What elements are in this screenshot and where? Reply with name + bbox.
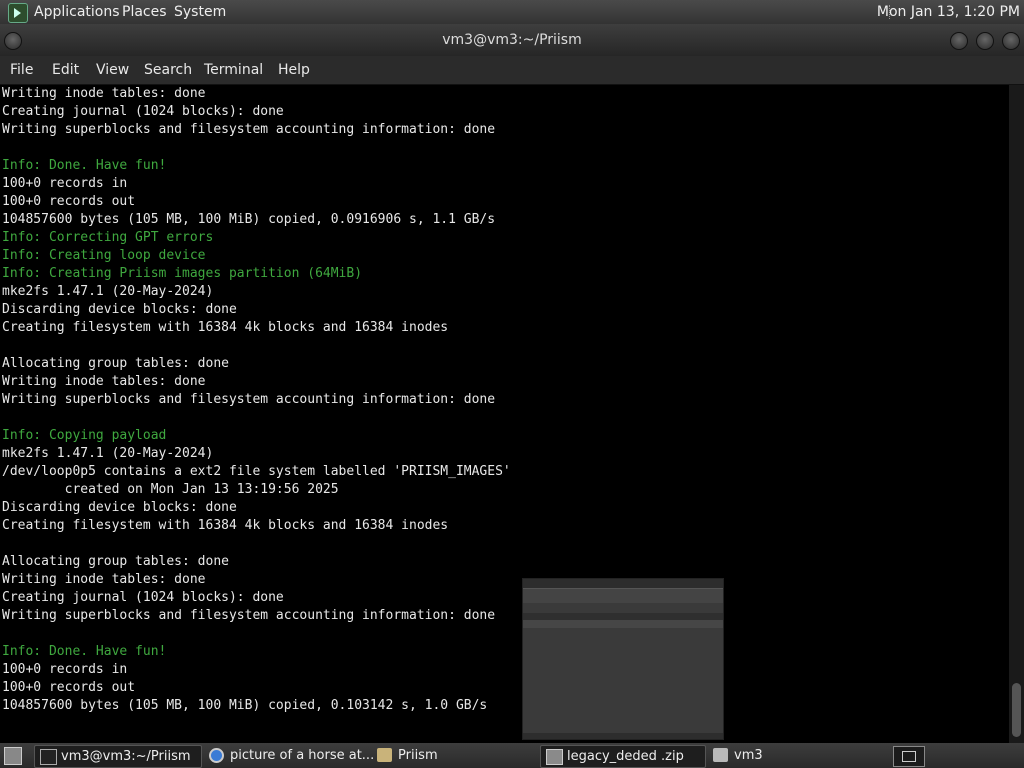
terminal-line: mke2fs 1.47.1 (20-May-2024) [2, 446, 214, 461]
terminal-line: /dev/loop0p5 contains a ext2 file system… [2, 464, 511, 479]
preview-column-header [523, 613, 723, 620]
preview-location-bar [523, 603, 723, 613]
terminal-line: 104857600 bytes (105 MB, 100 MiB) copied… [2, 698, 488, 713]
terminal-scrollbar[interactable] [1009, 85, 1024, 743]
terminal-line: Allocating group tables: done [2, 356, 229, 371]
maximize-icon[interactable] [976, 32, 994, 50]
scrollbar-thumb[interactable] [1012, 683, 1021, 737]
menu-edit[interactable]: Edit [52, 62, 79, 78]
terminal-line: Info: Done. Have fun! [2, 158, 167, 173]
preview-menubar [523, 579, 723, 588]
terminal-line: Info: Copying payload [2, 428, 167, 443]
terminal-line: Discarding device blocks: done [2, 500, 237, 515]
home-folder-icon [713, 748, 728, 762]
task-label: legacy_deded .zip [567, 749, 684, 764]
top-panel: Applications Places System Mon Jan 13, 1… [0, 0, 1024, 24]
menu-file[interactable]: File [10, 62, 33, 78]
archive-icon [546, 749, 563, 765]
terminal-line: Writing superblocks and filesystem accou… [2, 392, 496, 407]
chrome-icon [209, 748, 224, 763]
system-menu[interactable]: System [174, 4, 226, 20]
terminal-icon [40, 749, 57, 765]
window-preview-thumbnail[interactable] [522, 578, 724, 740]
preview-statusbar [523, 733, 723, 739]
menu-search[interactable]: Search [144, 62, 192, 78]
distro-logo-icon[interactable] [8, 3, 28, 23]
terminal-line: Creating filesystem with 16384 4k blocks… [2, 320, 449, 335]
window-title: vm3@vm3:~/Priism [442, 32, 582, 48]
terminal-line: 100+0 records out [2, 680, 136, 695]
terminal-menubar: File Edit View Search Terminal Help [0, 56, 1024, 85]
show-desktop-icon[interactable] [4, 747, 22, 765]
task-label: vm3 [734, 748, 763, 763]
window-titlebar[interactable]: vm3@vm3:~/Priism [0, 24, 1024, 56]
preview-file-row [523, 620, 723, 628]
task-label: vm3@vm3:~/Priism [61, 749, 191, 764]
task-label: Priism [398, 748, 438, 763]
terminal-line: Writing superblocks and filesystem accou… [2, 608, 496, 623]
terminal-line: Info: Creating Priism images partition (… [2, 266, 363, 281]
terminal-line: Writing superblocks and filesystem accou… [2, 122, 496, 137]
terminal-line: Writing inode tables: done [2, 572, 206, 587]
terminal-line: 104857600 bytes (105 MB, 100 MiB) copied… [2, 212, 496, 227]
task-home-folder[interactable]: vm3 [708, 745, 874, 766]
close-icon[interactable] [1002, 32, 1020, 50]
task-archive[interactable]: legacy_deded .zip [540, 745, 706, 768]
preview-toolbar [523, 588, 723, 603]
terminal-line: Info: Done. Have fun! [2, 644, 167, 659]
terminal-line: created on Mon Jan 13 13:19:56 2025 [2, 482, 339, 497]
folder-icon [377, 748, 392, 762]
task-browser[interactable]: picture of a horse at... [204, 745, 374, 766]
workspace-switcher[interactable] [893, 746, 925, 767]
applications-menu[interactable]: Applications [34, 4, 120, 20]
terminal-output[interactable]: Writing inode tables: done Creating journ… [0, 85, 1009, 743]
terminal-line: 100+0 records out [2, 194, 136, 209]
terminal-line: Allocating group tables: done [2, 554, 229, 569]
task-terminal[interactable]: vm3@vm3:~/Priism [34, 745, 202, 768]
task-priism-folder[interactable]: Priism [372, 745, 536, 766]
clock[interactable]: Mon Jan 13, 1:20 PM [877, 4, 1020, 20]
terminal-line: Info: Correcting GPT errors [2, 230, 214, 245]
terminal-line: 100+0 records in [2, 662, 128, 677]
terminal-line: Creating filesystem with 16384 4k blocks… [2, 518, 449, 533]
bottom-taskbar: vm3@vm3:~/Priism picture of a horse at..… [0, 743, 1024, 768]
terminal-line: Creating journal (1024 blocks): done [2, 590, 284, 605]
places-menu[interactable]: Places [122, 4, 167, 20]
terminal-line: Creating journal (1024 blocks): done [2, 104, 284, 119]
terminal-line: Writing inode tables: done [2, 374, 206, 389]
terminal-line: Writing inode tables: done [2, 86, 206, 101]
menu-help[interactable]: Help [278, 62, 310, 78]
terminal-line: mke2fs 1.47.1 (20-May-2024) [2, 284, 214, 299]
terminal-line: Discarding device blocks: done [2, 302, 237, 317]
task-label: picture of a horse at... [230, 748, 375, 763]
terminal-line: 100+0 records in [2, 176, 128, 191]
menu-view[interactable]: View [96, 62, 129, 78]
menu-terminal[interactable]: Terminal [204, 62, 263, 78]
terminal-line: Info: Creating loop device [2, 248, 206, 263]
minimize-icon[interactable] [950, 32, 968, 50]
